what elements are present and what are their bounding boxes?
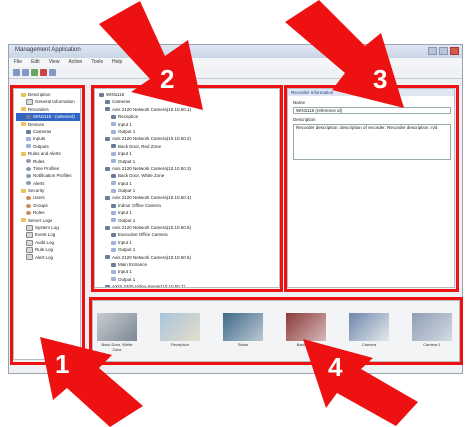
arrow-4: [303, 339, 418, 426]
arrow-2: [99, 1, 203, 110]
callout-1: 1: [55, 349, 70, 379]
callout-2: 2: [160, 64, 175, 94]
callout-4: 4: [328, 352, 343, 382]
callout-3: 3: [373, 64, 388, 94]
callout-arrows: [40, 0, 418, 427]
